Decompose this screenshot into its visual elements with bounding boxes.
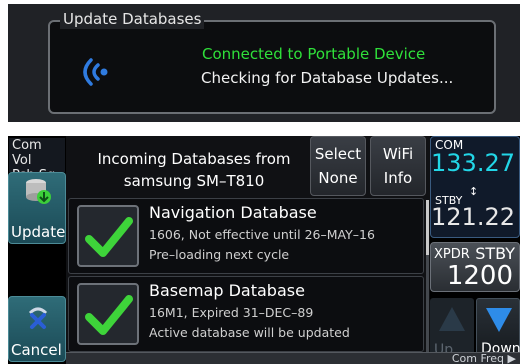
select-label: Select [314, 145, 362, 163]
wifi-info-button[interactable]: WiFi Info [370, 136, 426, 196]
banner-frame [48, 20, 496, 114]
database-panel: Incoming Databases from samsung SM–T810 … [66, 136, 430, 364]
xpdr-label: XPDR [434, 247, 470, 262]
wifi-label: WiFi [382, 145, 414, 163]
cancel-button[interactable]: Cancel [8, 296, 66, 362]
database-detail: 16M1, Expired 31–DEC–89 [149, 305, 314, 320]
com-freq-knob-label: Com Freq ▶ [452, 353, 516, 364]
banner-title: Update Databases [60, 9, 205, 29]
update-button[interactable]: Update [8, 172, 66, 244]
checkmark-icon [85, 295, 133, 335]
com-standby-frequency: 121.22 [431, 203, 515, 231]
swap-arrows-icon[interactable]: ↕ [469, 185, 478, 198]
device-screen: Com Vol Psh Sq Update Cancel Incoming Da… [8, 136, 520, 364]
update-label: Update [11, 223, 66, 241]
basemap-checkbox[interactable] [77, 283, 139, 345]
list-item[interactable]: Navigation Database 1606, Not effective … [68, 198, 424, 274]
cancel-icon [28, 307, 48, 329]
knob-arrow-icon: ▶ [507, 352, 516, 364]
up-arrow-icon [439, 307, 465, 331]
bottom-softkey-bar: Com Freq ▶ [66, 352, 520, 364]
up-button[interactable]: Up [430, 298, 474, 360]
down-arrow-icon [486, 308, 512, 332]
database-name: Basemap Database [149, 281, 305, 300]
title-line-1: Incoming Databases from [97, 150, 291, 168]
list-scrollbar[interactable] [426, 200, 429, 360]
connection-status: Connected to Portable Device [202, 45, 426, 63]
checkmark-icon [85, 217, 133, 257]
left-softkey-column: Com Vol Psh Sq Update Cancel [8, 136, 66, 364]
radio-column: COM 133.27 ↕ STBY 121.22 XPDR STBY 1200 … [430, 136, 520, 364]
scrollbar-thumb[interactable] [426, 200, 429, 255]
incoming-databases-title: Incoming Databases from samsung SM–T810 [76, 148, 312, 192]
com-freq-text: Com Freq [451, 352, 505, 364]
com-vol-text: Com Vol [12, 138, 42, 168]
database-status: Pre–loading next cycle [149, 247, 290, 262]
none-label: None [318, 169, 358, 187]
squawk-code: 1200 [446, 261, 513, 291]
com-volume-label[interactable]: Com Vol Psh Sq [9, 138, 65, 183]
database-status: Active database will be updated [149, 325, 350, 340]
navigation-checkbox[interactable] [77, 205, 139, 267]
info-label: Info [383, 169, 413, 187]
down-button[interactable]: Down [476, 298, 520, 360]
database-name: Navigation Database [149, 203, 317, 222]
select-none-button[interactable]: Select None [310, 136, 366, 196]
update-databases-banner: Update Databases Connected to Portable D… [8, 4, 520, 122]
cancel-label: Cancel [11, 341, 62, 359]
wireless-signal-icon [83, 58, 108, 86]
checking-message: Checking for Database Updates... [201, 69, 454, 87]
transponder-box[interactable]: XPDR STBY 1200 [430, 242, 520, 292]
database-detail: 1606, Not effective until 26–MAY–16 [149, 227, 375, 242]
title-line-2: samsung SM–T810 [123, 172, 265, 190]
database-update-icon [26, 179, 51, 204]
database-list: Navigation Database 1606, Not effective … [68, 198, 424, 364]
list-item[interactable]: Basemap Database 16M1, Expired 31–DEC–89… [68, 276, 424, 352]
com-active-frequency: 133.27 [431, 149, 515, 177]
com-frequency-box[interactable]: COM 133.27 ↕ STBY 121.22 [430, 136, 520, 238]
